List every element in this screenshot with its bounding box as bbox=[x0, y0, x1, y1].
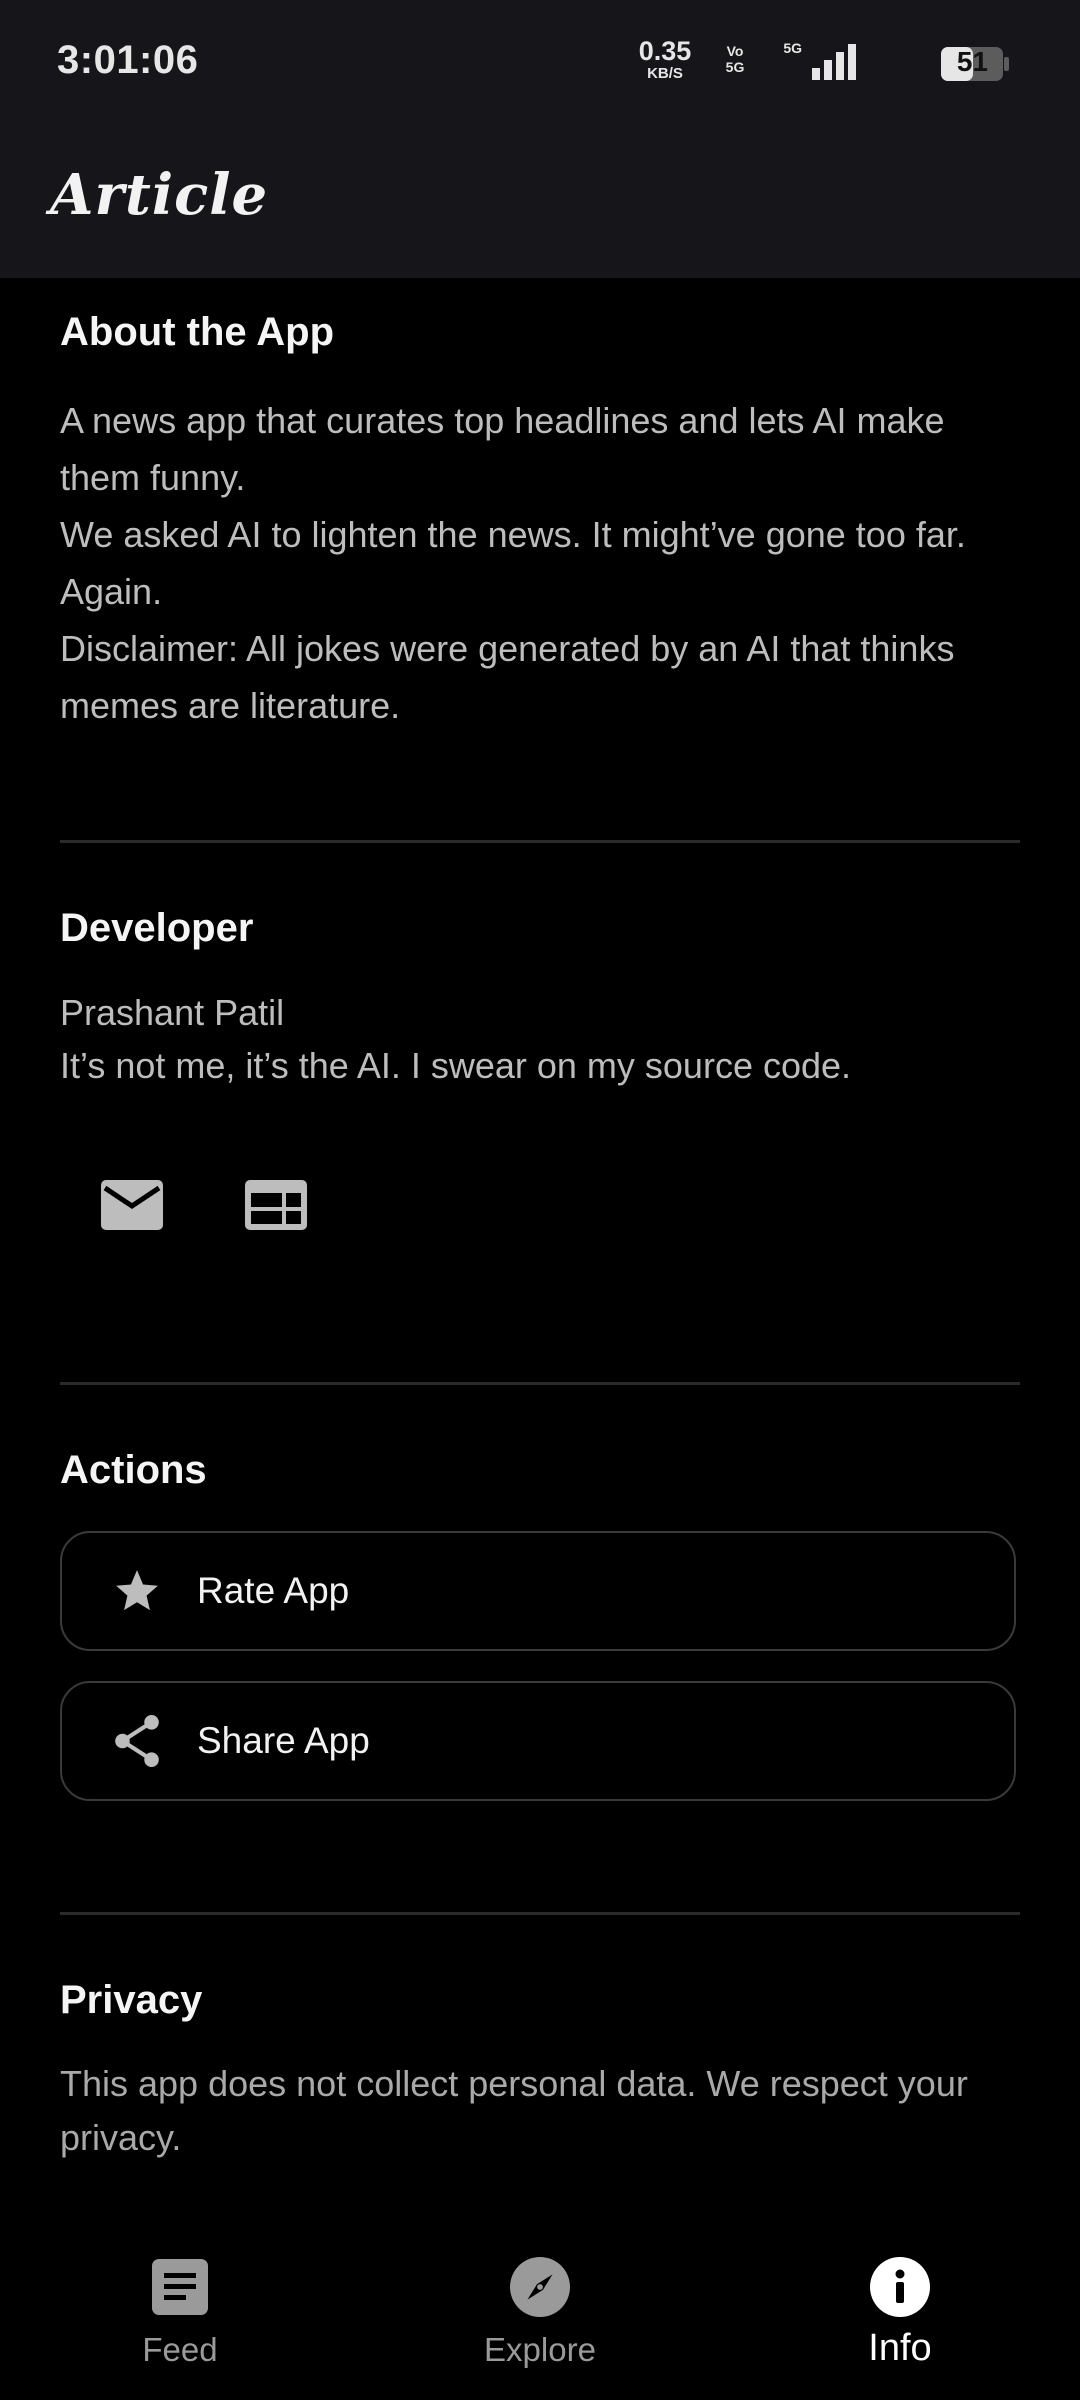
bottom-navigation: Feed Explore Info bbox=[0, 2230, 1080, 2400]
developer-title: Developer bbox=[60, 906, 254, 950]
status-indicators: 0.35 KB/S Vo 5G 5G 51 bbox=[639, 38, 1010, 84]
nav-item-info[interactable]: Info bbox=[780, 2230, 1020, 2400]
volte-bottom: 5G bbox=[725, 59, 745, 75]
nav-label-info: Info bbox=[868, 2327, 932, 2369]
status-bar: 3:01:06 0.35 KB/S Vo 5G 5G 51 bbox=[0, 0, 1080, 125]
email-icon bbox=[101, 1180, 163, 1230]
web-icon bbox=[245, 1180, 307, 1230]
nav-item-feed[interactable]: Feed bbox=[60, 2230, 300, 2400]
star-icon bbox=[107, 1561, 167, 1621]
email-button[interactable] bbox=[87, 1160, 177, 1250]
divider bbox=[60, 1382, 1020, 1385]
signal-strength-icon bbox=[812, 44, 856, 80]
rate-app-label: Rate App bbox=[197, 1570, 350, 1611]
status-time: 3:01:06 bbox=[57, 38, 199, 82]
developer-info: Prashant Patil It’s not me, it’s the AI.… bbox=[60, 986, 1020, 1092]
about-line-1: A news app that curates top headlines an… bbox=[60, 400, 945, 498]
privacy-text: This app does not collect personal data.… bbox=[60, 2063, 968, 2158]
network-type-label: 5G bbox=[783, 40, 802, 56]
about-line-3: Disclaimer: All jokes were generated by … bbox=[60, 628, 955, 726]
developer-tagline: It’s not me, it’s the AI. I swear on my … bbox=[60, 1045, 852, 1086]
compass-icon bbox=[510, 2257, 570, 2317]
divider bbox=[60, 1912, 1020, 1915]
share-app-label: Share App bbox=[197, 1720, 370, 1761]
app-title: Article bbox=[50, 162, 269, 228]
actions-title: Actions bbox=[60, 1448, 207, 1492]
about-title: About the App bbox=[60, 310, 335, 354]
nav-label-explore: Explore bbox=[484, 2331, 596, 2368]
volte-indicator: Vo 5G bbox=[720, 44, 750, 74]
article-icon bbox=[150, 2257, 210, 2317]
about-description: A news app that curates top headlines an… bbox=[60, 392, 1020, 734]
privacy-title: Privacy bbox=[60, 1978, 203, 2022]
developer-name: Prashant Patil bbox=[60, 992, 285, 1033]
nav-label-feed: Feed bbox=[142, 2331, 218, 2368]
rate-app-button[interactable]: Rate App bbox=[60, 1531, 1016, 1651]
share-app-button[interactable]: Share App bbox=[60, 1681, 1016, 1801]
battery-level: 51 bbox=[956, 46, 988, 77]
nav-item-explore[interactable]: Explore bbox=[420, 2230, 660, 2400]
info-icon bbox=[870, 2257, 930, 2317]
about-line-2: We asked AI to lighten the news. It migh… bbox=[60, 514, 966, 612]
website-button[interactable] bbox=[231, 1160, 321, 1250]
share-icon bbox=[107, 1711, 167, 1771]
volte-top: Vo bbox=[726, 43, 744, 59]
app-bar: Article bbox=[0, 125, 1080, 278]
divider bbox=[60, 840, 1020, 843]
network-speed: 0.35 KB/S bbox=[630, 36, 700, 82]
network-speed-unit: KB/S bbox=[647, 65, 683, 82]
network-speed-value: 0.35 bbox=[638, 36, 692, 66]
